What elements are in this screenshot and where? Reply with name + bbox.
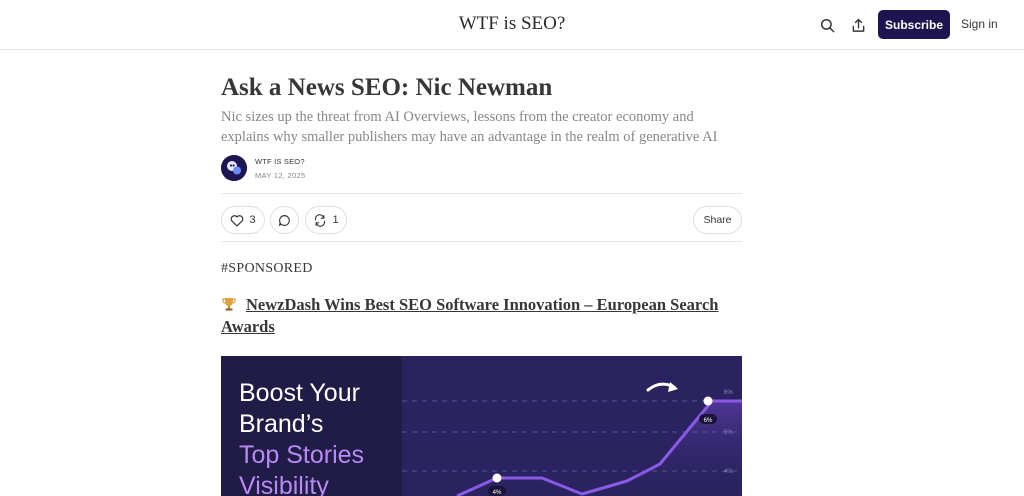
restack-icon [315,213,326,227]
y-tick-label: 5% [724,430,733,436]
point-label-top: 6% [704,418,713,424]
sponsored-tag: #SPONSORED [221,261,313,276]
banner-line: Boost Your [239,379,360,407]
chart-point-low [492,473,502,483]
search-button[interactable] [816,14,838,36]
post-byline: WTF IS SEO? MAY 12, 2025 [221,154,521,182]
top-navigation-bar: WTF is SEO? Subscribe Sign in [0,0,1024,50]
share-button[interactable]: Share [693,206,742,234]
banner-line: Brand’s [239,410,324,438]
subscribe-button[interactable]: Subscribe [878,10,950,39]
share-icon [852,18,864,32]
post-subtitle: Nic sizes up the threat from AI Overview… [221,109,718,145]
promo-heading: NewzDash Wins Best SEO Software Innovati… [221,295,721,337]
site-title[interactable]: WTF is SEO? [0,13,1024,35]
search-icon [820,18,834,32]
trophy-icon [221,296,239,317]
heart-icon [231,214,244,227]
promo-link[interactable]: NewzDash Wins Best SEO Software Innovati… [221,295,718,336]
sign-in-link[interactable]: Sign in [961,17,998,31]
comment-button[interactable] [270,206,299,234]
author-name[interactable]: WTF IS SEO? [255,157,305,166]
post-title: Ask a News SEO: Nic Newman [221,74,553,101]
like-count: 3 [249,214,256,226]
restack-count: 1 [332,214,339,226]
divider [221,193,742,194]
banner-line: Top Stories [239,441,365,469]
comment-icon [279,214,290,226]
restack-button[interactable]: 1 [305,206,347,234]
point-label-low: 4% [493,490,502,496]
banner-text-panel: Boost Your Brand’s Top Stories Visibilit… [221,356,402,496]
publication-logo-icon [221,155,247,181]
chart-point-top [703,396,713,406]
author-avatar[interactable] [221,155,247,181]
divider [221,241,742,242]
post-date: MAY 12, 2025 [255,171,306,180]
like-button[interactable]: 3 [221,206,265,234]
banner-line: Visibility [239,472,329,496]
banner-chart-graphic: 6% 4% 6% 5% 4% [402,382,742,496]
y-tick-label: 4% [724,469,733,475]
share-post-button[interactable] [847,14,869,36]
promo-banner-image[interactable]: Boost Your Brand’s Top Stories Visibilit… [221,356,742,496]
y-tick-label: 6% [724,390,733,396]
arrow-head [668,382,678,392]
